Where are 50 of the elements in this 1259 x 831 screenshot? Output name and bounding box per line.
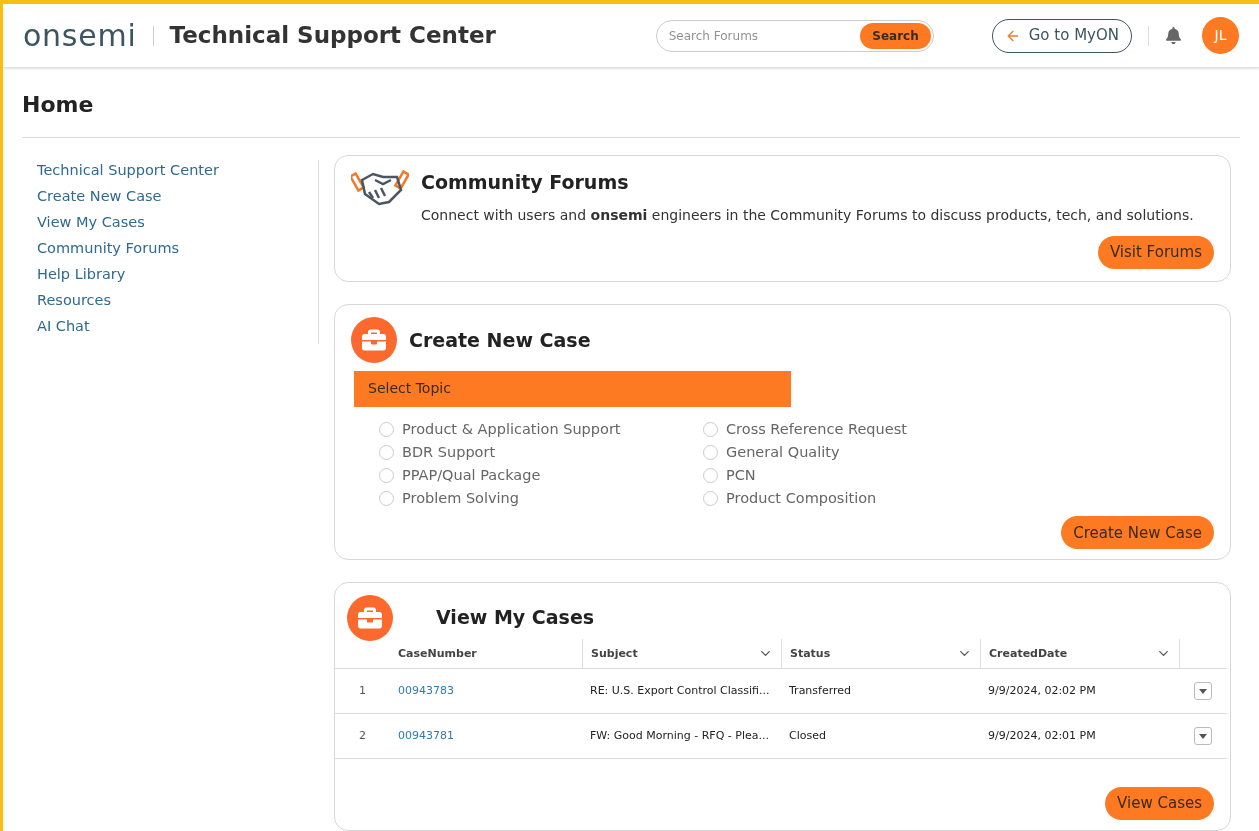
bell-icon[interactable] xyxy=(1165,27,1182,44)
sidebar-link[interactable]: Community Forums xyxy=(37,238,318,259)
logo: onsemi xyxy=(23,20,137,51)
card-title: View My Cases xyxy=(436,605,595,631)
row-menu-button[interactable] xyxy=(1194,727,1212,746)
search-button[interactable]: Search xyxy=(860,22,931,49)
sidebar-link[interactable]: Create New Case xyxy=(37,186,318,207)
topic-radio[interactable]: PCN xyxy=(703,465,1027,485)
table-cell: 9/9/2024, 02:02 PM xyxy=(988,683,1096,700)
topic-radio[interactable]: Product & Application Support xyxy=(379,419,703,439)
caret-down-icon xyxy=(1199,733,1207,739)
table-cell: FW: Good Morning - RFQ - Plea... xyxy=(590,728,769,745)
topic-radio[interactable]: Problem Solving xyxy=(379,488,703,508)
column-header[interactable]: CreatedDate xyxy=(980,639,1179,670)
table-cell: RE: U.S. Export Control Classifi... xyxy=(590,683,770,700)
page-title: Home xyxy=(22,68,1240,138)
card-description: Connect with users and onsemi engineers in the Community Forums to discuss products, tech, and solutions. xyxy=(421,205,1194,225)
view-cases-button[interactable]: View Cases xyxy=(1105,787,1214,820)
row-menu-button[interactable] xyxy=(1194,682,1212,701)
table-cell: 9/9/2024, 02:01 PM xyxy=(988,728,1096,745)
briefcase-icon xyxy=(351,316,397,363)
sidebar-link[interactable]: View My Cases xyxy=(37,212,318,233)
row-number: 2 xyxy=(359,728,366,745)
sidebar-link[interactable]: Technical Support Center xyxy=(37,160,318,181)
column-header xyxy=(1179,639,1227,670)
topic-radio[interactable]: BDR Support xyxy=(379,442,703,462)
table-cell: Transferred xyxy=(789,683,852,700)
app-title: Technical Support Center xyxy=(169,21,496,51)
caret-down-icon xyxy=(1199,688,1207,694)
case-number-link[interactable]: 00943783 xyxy=(398,683,454,700)
handshake-icon xyxy=(351,168,409,208)
card-title: Community Forums xyxy=(421,170,630,195)
card-title: Create New Case xyxy=(409,327,591,353)
topic-radio[interactable]: Product Composition xyxy=(703,488,1027,508)
topic-radio[interactable]: General Quality xyxy=(703,442,1027,462)
sidebar-link[interactable]: AI Chat xyxy=(37,316,318,337)
column-header[interactable]: CaseNumber xyxy=(390,639,582,670)
create-new-case-button[interactable]: Create New Case xyxy=(1061,516,1214,550)
visit-forums-button[interactable]: Visit Forums xyxy=(1097,235,1214,269)
row-number: 1 xyxy=(359,683,366,700)
case-number-link[interactable]: 00943781 xyxy=(398,728,454,745)
briefcase-icon xyxy=(347,595,393,642)
sidebar-link[interactable]: Help Library xyxy=(37,264,318,285)
topic-header: Select Topic xyxy=(354,370,791,407)
column-header[interactable]: Subject xyxy=(582,639,781,670)
topic-radio[interactable]: Cross Reference Request xyxy=(703,419,1027,439)
sidebar-link[interactable]: Resources xyxy=(37,290,318,311)
topic-radio[interactable]: PPAP/Qual Package xyxy=(379,465,703,485)
table-cell: Closed xyxy=(789,728,826,745)
column-header[interactable]: Status xyxy=(781,639,980,670)
